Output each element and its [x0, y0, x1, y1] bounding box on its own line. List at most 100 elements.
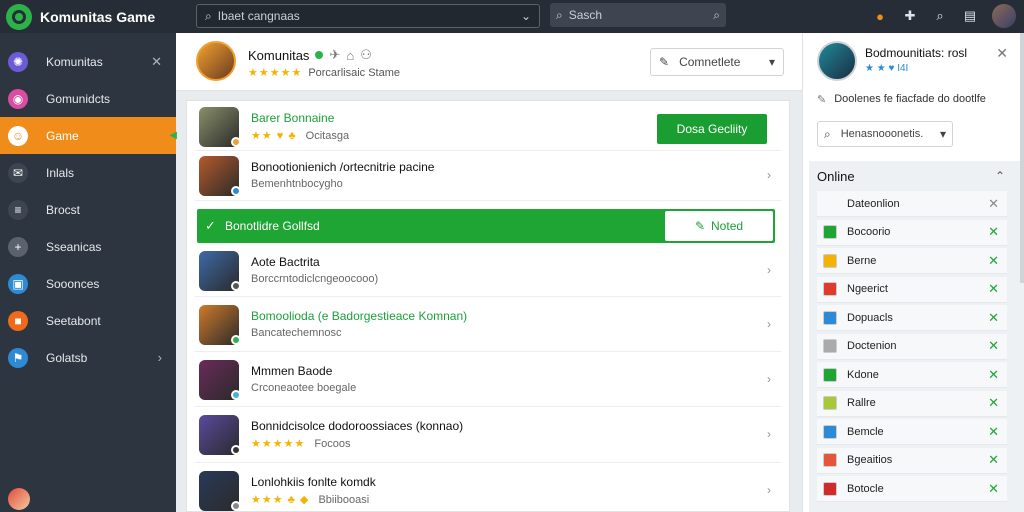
close-icon[interactable]: ✕ [988, 424, 999, 440]
chevron-right-icon[interactable]: › [767, 263, 771, 277]
user-icon: ☺ [8, 125, 28, 146]
status-badge [231, 390, 241, 400]
sidebar-item-2[interactable]: ☺ Game ◀ [0, 117, 177, 154]
header-select-value: Comnetlete [679, 55, 741, 69]
box-icon: ■ [8, 310, 28, 331]
sidebar-item-action-icon[interactable]: › [158, 350, 162, 365]
list-item[interactable]: Bonnidcisolce dodoroossiaces (konnao) ★★★… [195, 407, 781, 463]
online-item-label: Berne [847, 254, 877, 267]
sidebar-item-label: Inlals [46, 165, 75, 180]
close-icon[interactable]: ✕ [988, 196, 999, 212]
status-badge [231, 137, 241, 147]
online-item[interactable]: Bemcle ✕ [817, 419, 1007, 445]
lock-icon[interactable]: ⌂ [346, 48, 354, 63]
game-list: Barer Bonnaine ★★ ♥ ♣ Ocitasga Dosa Geclii… [186, 100, 790, 512]
close-icon[interactable]: ✕ [996, 45, 1008, 62]
chevron-up-icon[interactable]: ⌃ [995, 169, 1005, 183]
rating-stars: ★★★★★ [251, 438, 306, 450]
online-item-label: Bgeaitios [847, 454, 893, 466]
scrollbar[interactable] [1020, 33, 1024, 283]
banner-text: Bonotlidre Gollfsd [225, 219, 320, 233]
page-title: Komunitas [248, 47, 310, 63]
top-select-dropdown[interactable]: ⌕ Ibaet cangnaas ⌄ [196, 4, 540, 28]
panel-select-dropdown[interactable]: ⌕ Henasnooonetis. ▾ [817, 121, 953, 147]
online-item[interactable]: Bgeaitios ✕ [817, 447, 1007, 474]
profile-avatar [817, 41, 857, 81]
sidebar: ✺ Komunitas ✕ ◉ Gomunidcts ☺ Game ◀ ✉ Inlals ≡ Broc… [0, 33, 177, 512]
online-item[interactable]: Botocle ✕ [817, 476, 1007, 502]
close-icon[interactable]: ✕ [988, 224, 999, 240]
page-subtitle: Porcarlisaic Stame [308, 66, 401, 79]
close-icon[interactable]: ✕ [988, 452, 999, 468]
sidebar-item-label: Sooonces [46, 276, 100, 291]
rating-stars: ★★ ♥ ♣ [251, 130, 297, 142]
sidebar-item-label: Golatsb [46, 350, 88, 365]
sidebar-item-5[interactable]: + Sseanicas [0, 228, 176, 265]
panel-note-text: Doolenes fe fiacfade do dootlfe [834, 93, 986, 105]
status-badge [231, 335, 241, 345]
close-icon[interactable]: ✕ [988, 281, 999, 297]
close-icon[interactable]: ✕ [988, 338, 999, 354]
list-icon: ≡ [8, 199, 28, 220]
close-icon[interactable]: ✕ [988, 310, 999, 326]
close-icon[interactable]: ✕ [988, 395, 999, 411]
close-icon[interactable]: ✕ [988, 367, 999, 383]
people-icon[interactable]: ⚇ [360, 47, 372, 63]
list-item[interactable]: Aote Bactrita Borccrntodiclcngeoocooo) › [195, 245, 781, 297]
sidebar-item-0[interactable]: ✺ Komunitas ✕ [0, 43, 176, 80]
panel-subtitle: ★ ★ ♥ I4I [865, 63, 909, 74]
game-icon [823, 310, 837, 325]
chevron-right-icon[interactable]: › [767, 372, 771, 386]
chevron-right-icon[interactable]: › [767, 483, 771, 497]
list-item[interactable]: Barer Bonnaine ★★ ♥ ♣ Ocitasga Dosa Geclii… [195, 103, 781, 151]
noted-button[interactable]: ✎ Noted [665, 211, 773, 241]
online-item[interactable]: Dateonlion ✕ [817, 191, 1007, 217]
puzzle-icon[interactable]: ✚ [902, 8, 918, 24]
sidebar-item-1[interactable]: ◉ Gomunidcts [0, 80, 176, 117]
online-item[interactable]: Rallre ✕ [817, 390, 1007, 417]
menu-icon[interactable]: ▤ [962, 8, 978, 24]
chevron-right-icon[interactable]: › [767, 317, 771, 331]
sidebar-item-action-icon[interactable]: ✕ [151, 54, 162, 70]
sidebar-item-8[interactable]: ⚑ Golatsb › [0, 339, 176, 376]
status-badge [231, 501, 241, 511]
list-item[interactable]: Bomoolioda (e Badorgestieace Komnan) Banc… [195, 298, 781, 352]
list-item[interactable]: Lonlohkiis fonlte komdk ★★★ ♣ ◆ Bbiibooas… [195, 463, 781, 512]
comment-icon: ✎ [659, 55, 670, 69]
notification-icon[interactable]: ● [872, 8, 888, 24]
sidebar-item-3[interactable]: ✉ Inlals [0, 154, 176, 191]
sidebar-item-6[interactable]: ▣ Sooonces [0, 265, 176, 302]
online-item[interactable]: Kdone ✕ [817, 362, 1007, 388]
list-item[interactable]: Mmmen Baode Crconeaotee boegale › [195, 353, 781, 407]
row-title: Aote Bactrita [251, 255, 320, 269]
online-item[interactable]: Berne ✕ [817, 248, 1007, 274]
chevron-right-icon[interactable]: › [767, 427, 771, 441]
online-item[interactable]: Ngeerict ✕ [817, 276, 1007, 303]
sidebar-item-action-icon[interactable]: ◀ [169, 130, 177, 141]
close-icon[interactable]: ✕ [988, 481, 999, 497]
close-icon[interactable]: ✕ [988, 253, 999, 269]
sidebar-item-7[interactable]: ■ Seetabont [0, 302, 176, 339]
right-panel: Bodmounitiats: rosl ★ ★ ♥ I4I ✕ ✎ Doolen… [802, 33, 1024, 512]
share-icon[interactable]: ✈ [329, 47, 340, 63]
sidebar-item-4[interactable]: ≡ Brocst [0, 191, 176, 228]
noted-button-label: Noted [711, 219, 744, 233]
community-avatar [196, 41, 236, 81]
status-badge [231, 445, 241, 455]
online-item[interactable]: Dopuacls ✕ [817, 305, 1007, 331]
online-item[interactable]: Bocoorio ✕ [817, 219, 1007, 246]
game-icon [823, 253, 837, 268]
header-select-dropdown[interactable]: ✎ Comnetlete ▾ [650, 48, 784, 76]
brand[interactable]: Komunitas Game [0, 0, 176, 33]
online-item[interactable]: Doctenion ✕ [817, 333, 1007, 360]
sidebar-user-avatar[interactable] [8, 488, 30, 510]
primary-action-button[interactable]: Dosa Gecliity [657, 114, 767, 144]
list-item[interactable]: Bonootionienich /ortecnitrie pacine Bemen… [195, 151, 781, 201]
search-icon[interactable]: ⌕ [932, 8, 948, 24]
games-icon: ◉ [8, 88, 28, 109]
top-search-input[interactable]: ⌕ Sasch ⌕ [550, 3, 726, 27]
chevron-right-icon[interactable]: › [767, 168, 771, 182]
user-avatar[interactable] [992, 4, 1016, 28]
row-title: Barer Bonnaine [251, 111, 335, 125]
row-subtitle: Ocitasga [305, 130, 350, 142]
